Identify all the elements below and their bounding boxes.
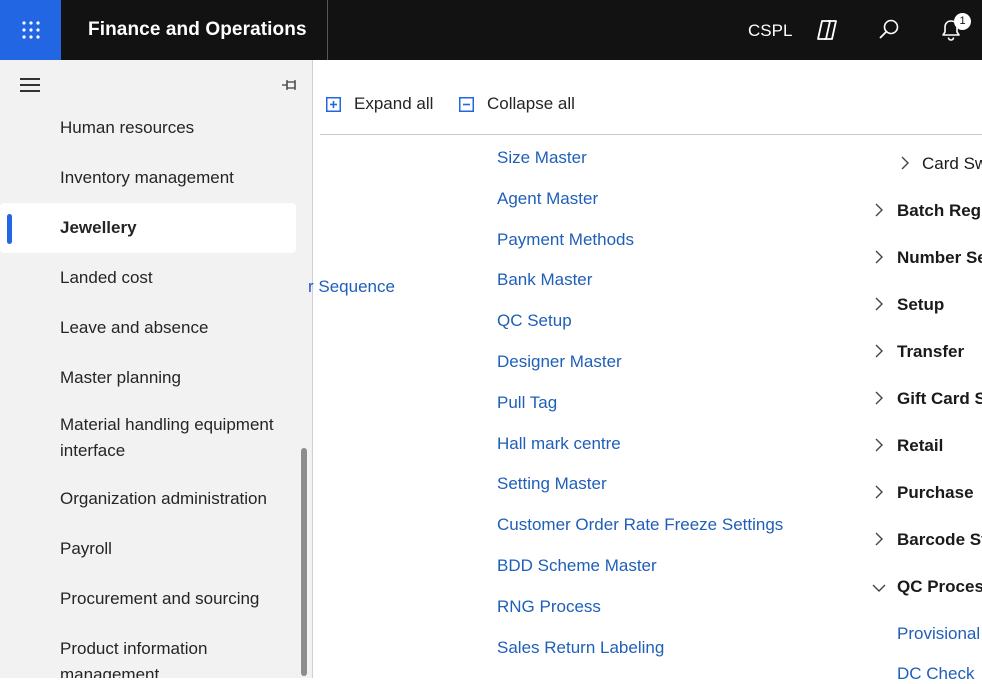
link-item[interactable]: DC Check	[897, 664, 974, 684]
notification-badge: 1	[954, 13, 971, 30]
link-item[interactable]: Setting Master	[497, 474, 607, 494]
group-header[interactable]: Card Sw	[922, 154, 982, 174]
link-item[interactable]: Hall mark centre	[497, 434, 621, 454]
link-item[interactable]: Agent Master	[497, 189, 598, 209]
hamburger-icon	[20, 78, 40, 80]
nav-item[interactable]: Human resources	[0, 115, 296, 141]
group-header[interactable]: Gift Card S	[897, 389, 982, 409]
group-header[interactable]: Transfer	[897, 342, 964, 362]
link-item[interactable]: Bank Master	[497, 270, 592, 290]
link-item[interactable]: RNG Process	[497, 597, 601, 617]
pin-nav-button[interactable]	[281, 77, 301, 93]
chevron-right-icon[interactable]	[900, 156, 910, 170]
nav-item[interactable]: Product information management	[0, 636, 296, 678]
toolbar-divider	[320, 134, 982, 135]
search-icon	[879, 19, 899, 39]
nav-item[interactable]: Jewellery	[0, 203, 296, 253]
chevron-right-icon[interactable]	[874, 250, 884, 264]
top-bar: Finance and Operations CSPL 1	[0, 0, 982, 60]
group-header[interactable]: Batch Regi	[897, 201, 982, 221]
collapse-all-button[interactable]: Collapse all	[459, 94, 575, 114]
search-button[interactable]	[874, 15, 904, 45]
group-header[interactable]: Setup	[897, 295, 944, 315]
collapse-all-label: Collapse all	[487, 94, 575, 113]
group-header[interactable]: QC Process	[897, 577, 982, 597]
notifications-button[interactable]: 1	[936, 13, 971, 45]
nav-item[interactable]: Leave and absence	[0, 315, 296, 341]
chevron-right-icon[interactable]	[874, 485, 884, 499]
chevron-right-icon[interactable]	[874, 438, 884, 452]
group-header[interactable]: Barcode St	[897, 530, 982, 550]
chevron-right-icon[interactable]	[874, 297, 884, 311]
expand-all-icon	[326, 96, 341, 112]
company-picker[interactable]: CSPL	[748, 21, 792, 41]
group-header[interactable]: Purchase	[897, 483, 974, 503]
link-item[interactable]: Size Master	[497, 148, 587, 168]
link-sequence[interactable]: r Sequence	[308, 277, 395, 297]
collapse-all-icon	[459, 96, 474, 112]
pin-icon	[282, 80, 296, 90]
group-header[interactable]: Retail	[897, 436, 943, 456]
copilot-button[interactable]	[812, 15, 842, 45]
link-item[interactable]: Designer Master	[497, 352, 622, 372]
expand-all-button[interactable]: Expand all	[326, 94, 433, 114]
expand-all-label: Expand all	[354, 94, 434, 113]
collapse-nav-button[interactable]	[20, 78, 40, 94]
link-item[interactable]: BDD Scheme Master	[497, 556, 657, 576]
group-header[interactable]: Number Se	[897, 248, 982, 268]
link-item[interactable]: Sales Return Labeling	[497, 638, 664, 658]
chevron-down-icon[interactable]	[872, 583, 886, 593]
app-launcher-button[interactable]	[0, 0, 61, 60]
nav-item[interactable]: Landed cost	[0, 265, 296, 291]
nav-item[interactable]: Payroll	[0, 536, 296, 562]
link-item[interactable]: Provisional	[897, 624, 980, 644]
workspace-content: Expand all Collapse all r Sequence Size …	[308, 60, 982, 683]
link-item[interactable]: QC Setup	[497, 311, 572, 331]
nav-scrollbar[interactable]	[301, 448, 307, 676]
chevron-right-icon[interactable]	[874, 532, 884, 546]
nav-item[interactable]: Procurement and sourcing	[0, 586, 296, 612]
nav-item[interactable]: Organization administration	[0, 486, 296, 512]
chevron-right-icon[interactable]	[874, 344, 884, 358]
nav-item[interactable]: Master planning	[0, 365, 296, 391]
link-item[interactable]: Payment Methods	[497, 230, 634, 250]
waffle-icon	[21, 21, 40, 39]
copilot-icon	[817, 20, 837, 40]
navigation-pane: Human resources Inventory management Jewel…	[0, 60, 313, 678]
nav-item[interactable]: Material handling equipment interface	[0, 412, 290, 464]
chevron-right-icon[interactable]	[874, 203, 884, 217]
link-item[interactable]: Customer Order Rate Freeze Settings	[497, 515, 783, 535]
app-title[interactable]: Finance and Operations	[61, 0, 328, 60]
link-item[interactable]: Pull Tag	[497, 393, 557, 413]
nav-item[interactable]: Inventory management	[0, 165, 296, 191]
chevron-right-icon[interactable]	[874, 391, 884, 405]
